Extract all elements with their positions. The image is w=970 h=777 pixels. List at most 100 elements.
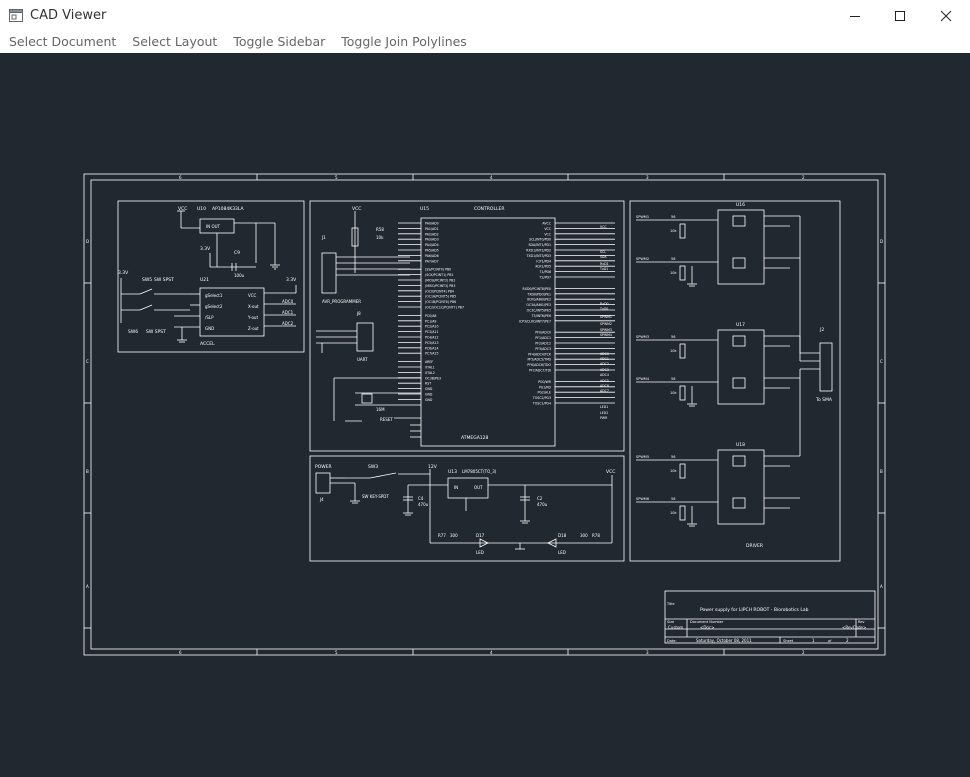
driver-u-ref: U17 xyxy=(736,322,745,328)
driver-r10k: 10k xyxy=(670,511,677,515)
driver-j2: J2 xyxy=(819,327,824,333)
net-label: ADC4 xyxy=(600,373,609,377)
net-label: ADC6 xyxy=(600,384,609,388)
driver-fet xyxy=(732,377,746,389)
driver-resistor xyxy=(679,223,686,239)
pin-label: PF1/ADC1 xyxy=(535,336,551,340)
app-window-icon xyxy=(9,9,23,22)
svg-text:Date:: Date: xyxy=(667,639,677,643)
pin-label: GND xyxy=(425,387,433,391)
power-j4: J4 xyxy=(319,497,324,502)
pin-label: TOSC2/PG3 xyxy=(532,396,551,400)
svg-text:ADC2: ADC2 xyxy=(282,321,294,326)
svg-text:470u: 470u xyxy=(537,502,548,507)
menu-toggle-sidebar[interactable]: Toggle Sidebar xyxy=(225,31,333,53)
svg-text:C4: C4 xyxy=(418,496,424,501)
net-label: TxD1 xyxy=(599,267,608,271)
driver-spwm-label: SPWM6 xyxy=(636,497,649,501)
driver-r10k: 10k xyxy=(670,271,677,275)
driver-r-val: 56 xyxy=(671,497,675,501)
pin-label: (SCK/PCINT1) PB1 xyxy=(425,273,454,277)
minimize-icon xyxy=(850,15,860,17)
power-label: POWER xyxy=(315,464,332,470)
driver-spwm-label: SPWM4 xyxy=(636,377,650,381)
zone-label-right: D xyxy=(880,239,883,244)
menu-select-document[interactable]: Select Document xyxy=(1,31,124,53)
svg-text:R58: R58 xyxy=(376,227,384,232)
pin-label: (SS/PCINT0) PB0 xyxy=(425,268,451,272)
pin-label: PF2/ADC2 xyxy=(535,342,551,346)
controller-uart: UART xyxy=(357,357,368,362)
maximize-button[interactable] xyxy=(877,0,923,31)
net-label: SPWM4 xyxy=(600,333,612,337)
pin-label: XCK1/PD5 xyxy=(535,265,551,269)
controller-prog: AVR_PROGRAMMER xyxy=(322,299,361,304)
power-u-ref: U13 xyxy=(448,469,457,475)
driver-resistor xyxy=(679,265,686,281)
pin-label: VCC xyxy=(544,232,551,236)
driver-fet xyxy=(732,215,746,227)
pin-label: PG1/RD xyxy=(539,385,552,389)
svg-text:Custom: Custom xyxy=(668,625,683,630)
pin-label: SDA/INT1/PD1 xyxy=(529,243,551,247)
svg-text:<RevCode>: <RevCode> xyxy=(842,625,866,630)
pin-label: TOSC1/PG4 xyxy=(532,402,551,406)
accel-v33: 3.3V xyxy=(200,246,211,252)
pin-label: VCC xyxy=(544,227,551,231)
net-label: RxD0 xyxy=(600,302,609,306)
driver-r-val: 56 xyxy=(671,455,675,459)
zone-label-right: C xyxy=(880,359,883,364)
driver-resistor xyxy=(679,385,686,401)
svg-text:OUT: OUT xyxy=(474,485,483,490)
pin-label: RXD0/PCINT8/PE0 xyxy=(523,287,551,291)
pin-label: TXD0/PDO/PE1 xyxy=(526,292,551,296)
zone-label-left: C xyxy=(86,359,89,364)
net-label: ADC5 xyxy=(600,379,609,383)
pin-label: ICP3/CLKO/INT7/PE7 xyxy=(519,319,551,323)
accel-cap-ref: C9 xyxy=(234,250,240,256)
controller-block: U15 CONTROLLER VCC R58 10k J1 AVR_PROGRA… xyxy=(309,200,625,452)
driver-fet xyxy=(732,455,746,467)
driver-resistor xyxy=(679,343,686,359)
close-icon xyxy=(940,10,952,21)
zone-label-left: D xyxy=(86,239,89,244)
drawing-canvas[interactable]: 6 6 5 5 4 4 3 3 2 2 D D C C B B A A VCC U10 AP1084K33LA I… xyxy=(0,53,970,777)
menu-select-layout[interactable]: Select Layout xyxy=(124,31,225,53)
net-label: SPWM1 xyxy=(600,315,612,319)
pin-label: PA5/AD5 xyxy=(425,249,439,253)
driver-chip xyxy=(717,449,765,525)
svg-text:10k: 10k xyxy=(376,235,384,240)
svg-text:Document Number: Document Number xyxy=(690,620,724,624)
minimize-button[interactable] xyxy=(832,0,878,31)
svg-text:X-out: X-out xyxy=(248,304,259,309)
svg-text:Size: Size xyxy=(667,620,674,624)
accel-block: VCC U10 AP1084K33LA IN OUT 3.3V C9 100u … xyxy=(117,200,305,353)
pin-label: PF6/ADC6/TDO xyxy=(527,363,551,367)
menu-toggle-join-polylines[interactable]: Toggle Join Polylines xyxy=(333,31,475,53)
accel-reg-part: AP1084K33LA xyxy=(212,206,245,212)
zone-label-top: 3 xyxy=(646,175,649,180)
svg-text:ADC1: ADC1 xyxy=(282,310,294,315)
driver-fet xyxy=(732,497,746,509)
net-label: SDA xyxy=(600,255,607,259)
pin-label: PA3/AD3 xyxy=(425,238,439,242)
net-label: RxD1 xyxy=(600,262,609,266)
net-label: ADC3 xyxy=(600,368,609,372)
close-button[interactable] xyxy=(923,0,969,31)
net-label: ADC7 xyxy=(600,389,609,393)
driver-r-val: 56 xyxy=(671,257,675,261)
pin-label: PC3/A11 xyxy=(425,330,439,334)
power-u-part: LM7805CT(TO_3) xyxy=(462,469,497,474)
driver-r10k: 10k xyxy=(670,469,677,473)
pin-label: PC0/A8 xyxy=(425,314,436,318)
driver-chip xyxy=(717,329,765,405)
svg-text:/SLP: /SLP xyxy=(205,315,214,320)
net-label: ADC0 xyxy=(600,352,609,356)
svg-text:Y-out: Y-out xyxy=(247,315,258,320)
pin-label: XTAL2 xyxy=(425,371,435,375)
accel-sw5: SW5 xyxy=(142,277,152,283)
driver-spwm-label: SPWM5 xyxy=(636,455,649,459)
svg-text:D17: D17 xyxy=(476,533,485,538)
maximize-icon xyxy=(895,10,905,21)
pin-label: ICP1/PD4 xyxy=(536,259,551,263)
